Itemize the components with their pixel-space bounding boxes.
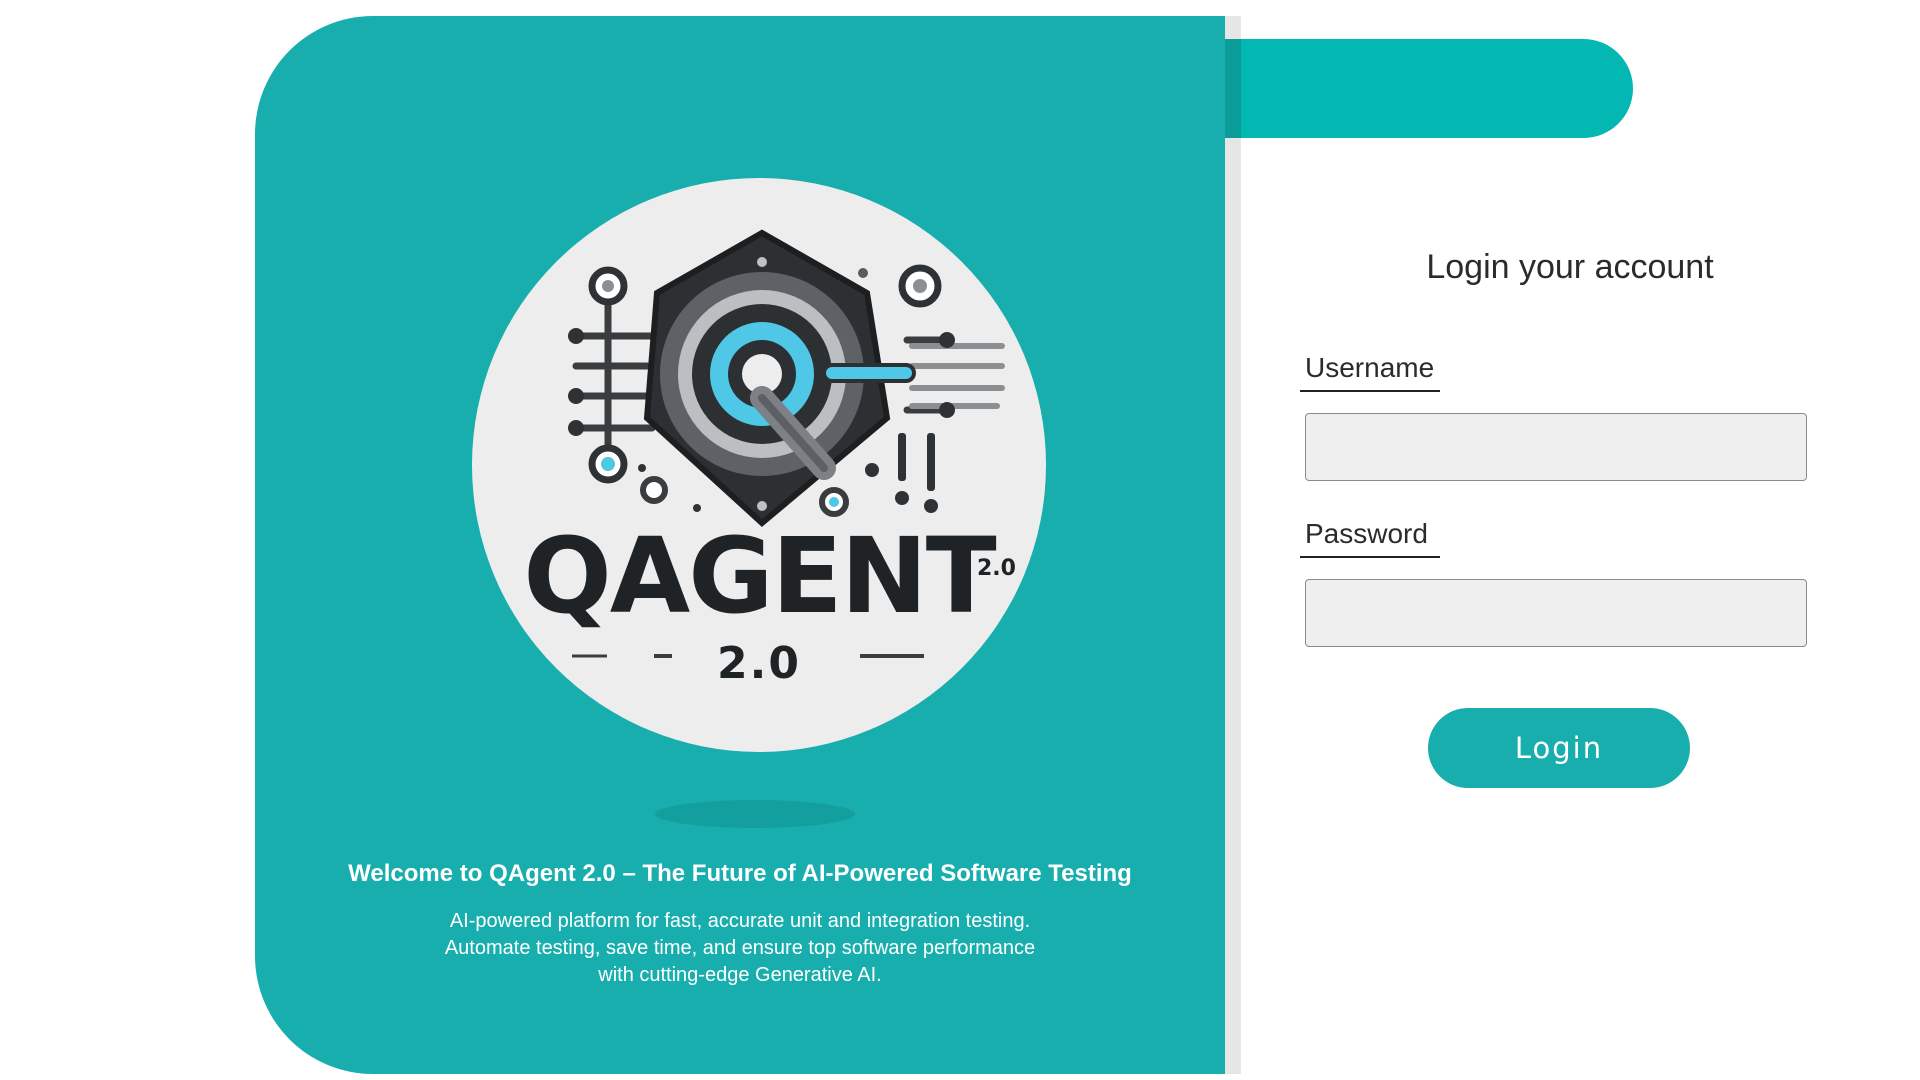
username-label: Username (1300, 352, 1440, 392)
qagent-logo: QAGENT 2.0 2.0 (472, 178, 1046, 752)
header-accent-shade (1225, 39, 1241, 138)
logo-shadow (655, 800, 855, 828)
header-accent-bar (1225, 39, 1633, 138)
description-line: AI-powered platform for fast, accurate u… (449, 910, 1031, 932)
description-line: with cutting-edge Generative AI. (598, 964, 882, 986)
welcome-description: AI-powered platform for fast, accurate u… (255, 908, 1225, 989)
welcome-title: Welcome to QAgent 2.0 – The Future of AI… (348, 860, 1132, 887)
username-input[interactable] (1305, 413, 1807, 481)
login-heading: Login your account (1426, 248, 1714, 286)
login-button[interactable]: Login (1428, 708, 1690, 788)
login-page: QAGENT 2.0 2.0 Welcome to QAgent 2.0 – T… (0, 0, 1920, 1080)
panel-divider (1225, 16, 1241, 1074)
logo-version: 2.0 (717, 638, 801, 689)
description-line: Automate testing, save time, and ensure … (444, 937, 1036, 959)
password-input[interactable] (1305, 579, 1807, 647)
logo-wordmark: QAGENT (523, 515, 996, 637)
password-label: Password (1300, 518, 1440, 558)
logo-superscript: 2.0 (977, 556, 1016, 581)
